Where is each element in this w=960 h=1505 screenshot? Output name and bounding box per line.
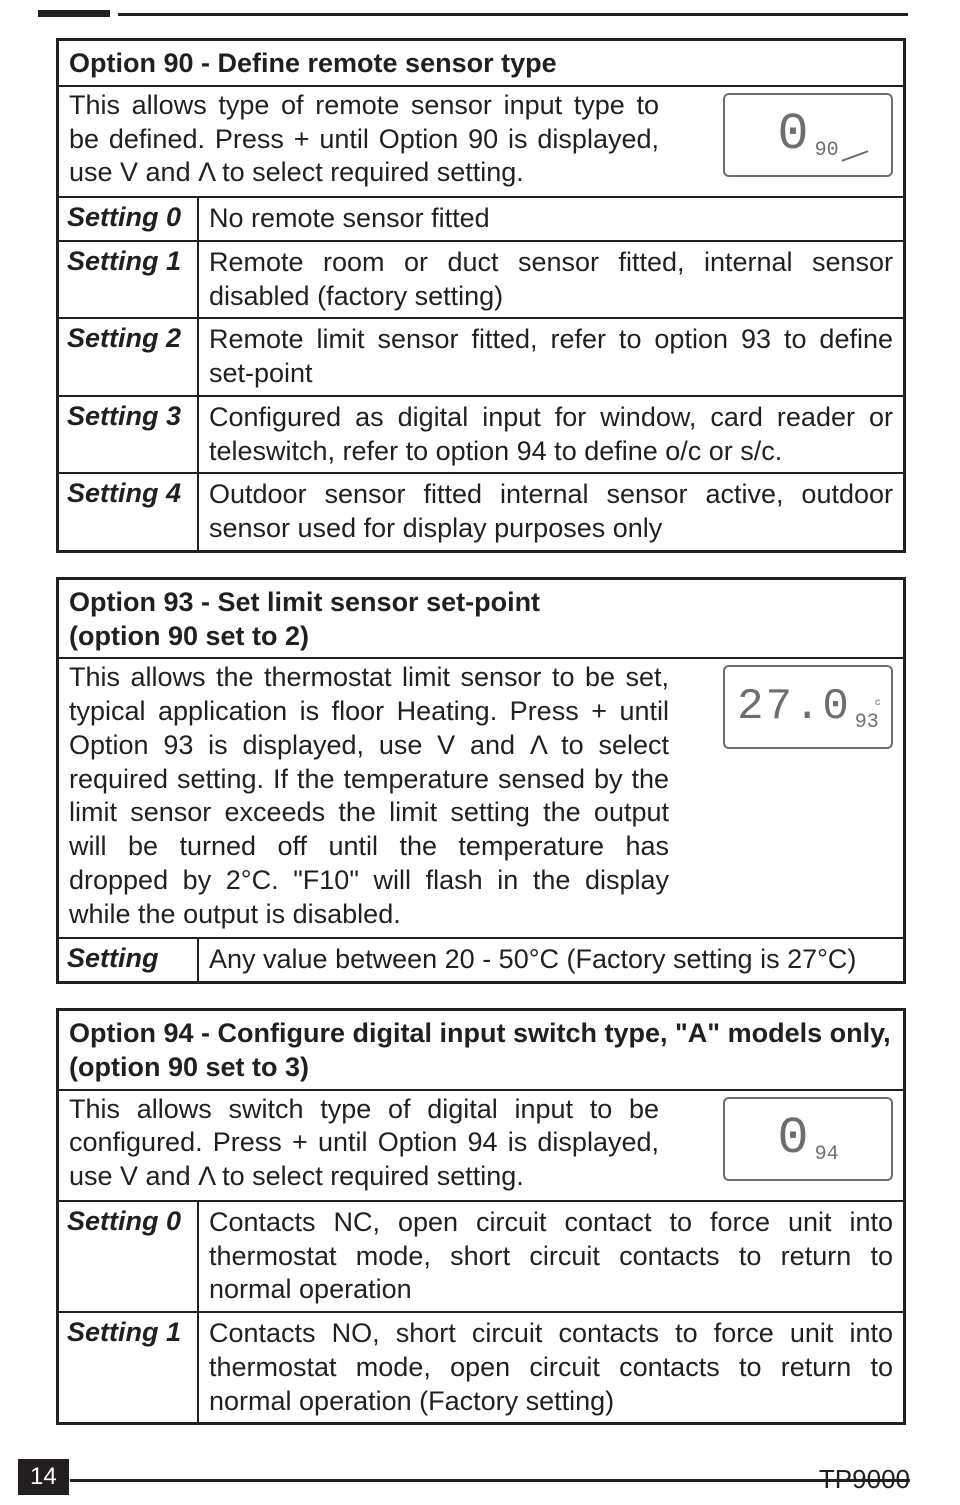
setting-value: Any value between 20 - 50°C (Factory set… xyxy=(199,939,903,981)
option-94-intro-text: This allows switch type of digital input… xyxy=(69,1093,659,1194)
option-93-header: Option 93 - Set limit sensor set-point (… xyxy=(59,580,903,660)
table-row: Setting 0 Contacts NC, open circuit cont… xyxy=(59,1202,903,1313)
option-94-subtitle: (option 90 set to 3) xyxy=(69,1051,893,1085)
option-94-box: Option 94 - Configure digital input swit… xyxy=(56,1008,906,1425)
table-row: Setting 1 Contacts NO, short circuit con… xyxy=(59,1313,903,1422)
option-93-intro-text: This allows the thermostat limit sensor … xyxy=(69,661,669,931)
option-94-lcd: 0 94 xyxy=(723,1097,893,1181)
setting-value: Remote room or duct sensor fitted, inter… xyxy=(199,242,903,318)
top-rule-line xyxy=(118,13,908,16)
lcd-option-number: c93 xyxy=(855,710,879,735)
top-rule-thick xyxy=(38,10,110,17)
option-94-title: Option 94 - Configure digital input swit… xyxy=(69,1017,893,1051)
option-90-title: Option 90 - Define remote sensor type xyxy=(69,47,893,81)
table-row: Setting 2 Remote limit sensor fitted, re… xyxy=(59,319,903,397)
option-90-header: Option 90 - Define remote sensor type xyxy=(59,41,903,87)
table-row: Setting 3 Configured as digital input fo… xyxy=(59,397,903,475)
table-row: Setting 0 No remote sensor fitted xyxy=(59,198,903,242)
setting-label: Setting 4 xyxy=(59,474,199,550)
option-93-lcd: 27.0 c93 xyxy=(723,665,893,749)
setting-label: Setting 1 xyxy=(59,242,199,318)
page-top-rule xyxy=(38,10,908,18)
option-94-intro: This allows switch type of digital input… xyxy=(59,1091,903,1202)
option-90-intro-text: This allows type of remote sensor input … xyxy=(69,89,659,190)
setting-label: Setting 2 xyxy=(59,319,199,395)
lcd-opt-num-text: 93 xyxy=(855,711,879,734)
lcd-option-number: 94 xyxy=(815,1142,839,1167)
lcd-main-value: 27.0 xyxy=(737,680,851,735)
setting-label: Setting 0 xyxy=(59,198,199,240)
option-93-subtitle: (option 90 set to 2) xyxy=(69,620,893,654)
option-93-box: Option 93 - Set limit sensor set-point (… xyxy=(56,577,906,984)
table-row: Setting 4 Outdoor sensor fitted internal… xyxy=(59,474,903,550)
option-90-intro: This allows type of remote sensor input … xyxy=(59,87,903,198)
page-content: Option 90 - Define remote sensor type Th… xyxy=(56,38,906,1425)
lcd-main-value: 0 xyxy=(777,1106,810,1171)
footer-rule xyxy=(70,1479,910,1482)
table-row: Setting 1 Remote room or duct sensor fit… xyxy=(59,242,903,320)
setting-value: Outdoor sensor fitted internal sensor ac… xyxy=(199,474,903,550)
setting-value: No remote sensor fitted xyxy=(199,198,903,240)
page-footer: 14 TP9000 xyxy=(0,1455,960,1495)
option-94-header: Option 94 - Configure digital input swit… xyxy=(59,1011,903,1091)
option-90-lcd: 0 90 xyxy=(723,93,893,177)
setting-label: Setting 3 xyxy=(59,397,199,473)
option-90-box: Option 90 - Define remote sensor type Th… xyxy=(56,38,906,553)
lcd-strike-icon xyxy=(842,150,869,161)
lcd-option-number: 90 xyxy=(815,138,839,163)
table-row: Setting Any value between 20 - 50°C (Fac… xyxy=(59,939,903,981)
setting-value: Remote limit sensor fitted, refer to opt… xyxy=(199,319,903,395)
setting-label: Setting 0 xyxy=(59,1202,199,1311)
setting-value: Contacts NO, short circuit contacts to f… xyxy=(199,1313,903,1422)
model-number: TP9000 xyxy=(819,1464,910,1495)
setting-value: Configured as digital input for window, … xyxy=(199,397,903,473)
option-93-title: Option 93 - Set limit sensor set-point xyxy=(69,586,893,620)
setting-value: Contacts NC, open circuit contact to for… xyxy=(199,1202,903,1311)
setting-label: Setting 1 xyxy=(59,1313,199,1422)
setting-label: Setting xyxy=(59,939,199,981)
page-number: 14 xyxy=(18,1459,69,1495)
lcd-main-value: 0 xyxy=(777,102,810,167)
option-93-intro: This allows the thermostat limit sensor … xyxy=(59,659,903,939)
lcd-unit: c xyxy=(875,698,881,711)
